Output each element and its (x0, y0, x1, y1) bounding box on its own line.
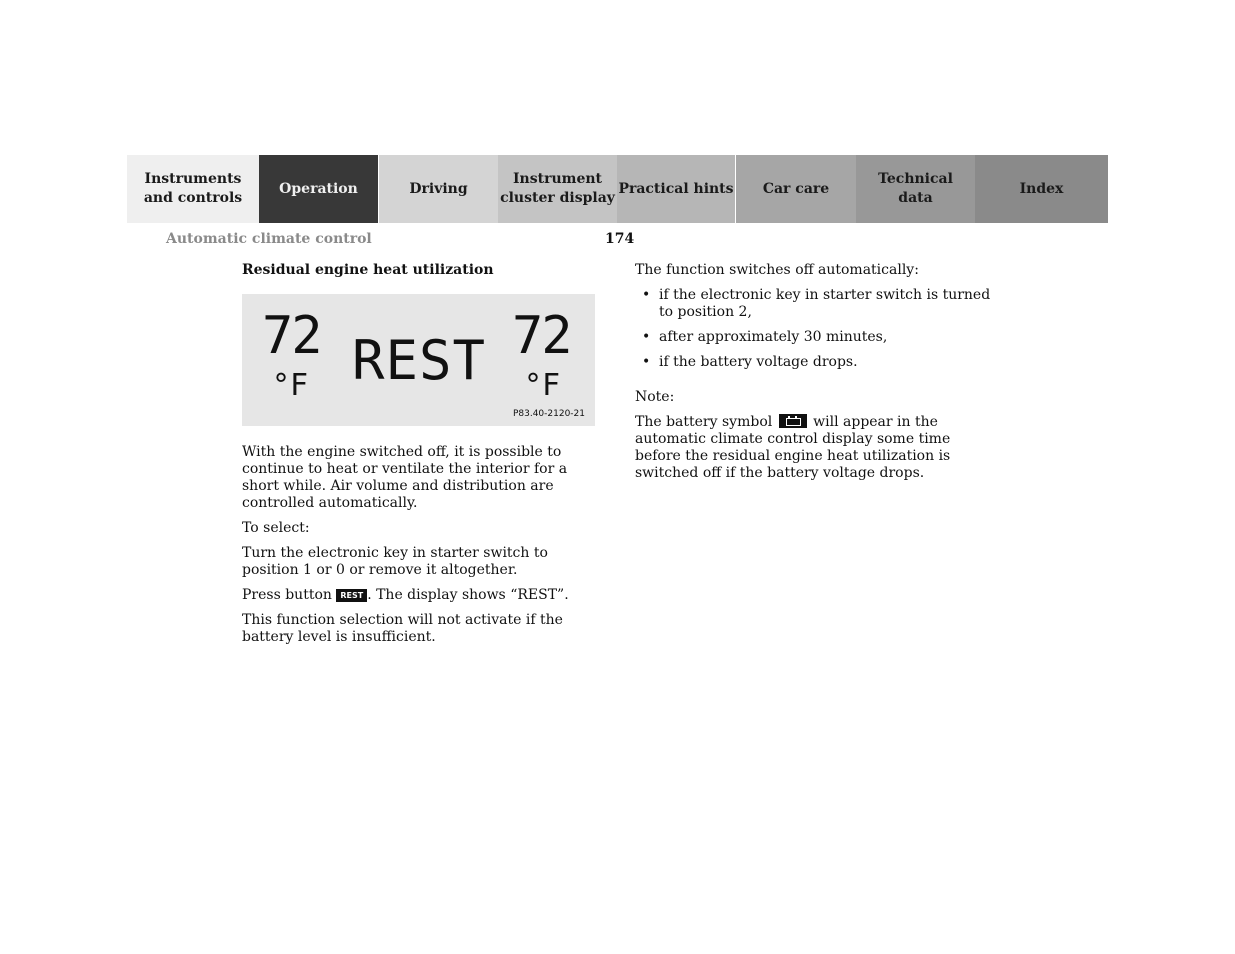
text: . The display shows “REST”. (367, 587, 569, 603)
battery-icon (778, 414, 807, 428)
tab-operation[interactable]: Operation (259, 155, 378, 223)
tab-label: Driving (409, 180, 468, 197)
left-unit: °F (272, 368, 309, 403)
tab-instrument-cluster-display[interactable]: Instrument cluster display (498, 155, 617, 223)
chapter-nav: Instruments and controls Operation Drivi… (127, 155, 1108, 223)
text: The battery symbol (635, 414, 777, 430)
note-label: Note: (635, 389, 675, 405)
climate-display-figure: 72 °F REST 72 °F P83.40-2120-21 (242, 294, 595, 426)
right-unit: °F (524, 368, 561, 403)
paragraph: To select: (242, 520, 310, 536)
paragraph: Turn the electronic key in starter switc… (242, 545, 548, 578)
rest-button-icon: REST (336, 589, 368, 602)
paragraph: With the engine switched off, it is poss… (242, 444, 568, 511)
tab-label: Operation (279, 180, 358, 197)
tab-car-care[interactable]: Car care (736, 155, 856, 223)
bullet-list: if the electronic key in starter switch … (635, 287, 995, 371)
right-temperature: 72 (512, 306, 573, 366)
paragraph: This function selection will not activat… (242, 612, 563, 645)
tab-index[interactable]: Index (975, 155, 1108, 223)
left-temperature: 72 (262, 306, 323, 366)
right-column: The function switches off automatically:… (635, 262, 995, 490)
tab-technical-data[interactable]: Technical data (856, 155, 975, 223)
tab-label: Practical hints (618, 180, 734, 197)
tab-instruments-and-controls[interactable]: Instruments and controls (127, 155, 259, 223)
tab-label: Instrument cluster display (500, 171, 615, 206)
paragraph: The function switches off automatically: (635, 262, 919, 278)
rest-display-text: REST (352, 329, 487, 392)
note-text: The battery symbol will appear in the au… (635, 414, 995, 482)
list-item: if the battery voltage drops. (635, 354, 995, 371)
tab-label: Technical data (878, 171, 953, 206)
list-item: after approximately 30 minutes, (635, 329, 995, 346)
tab-label: Index (1019, 180, 1064, 197)
list-item: if the electronic key in starter switch … (635, 287, 995, 321)
tab-driving[interactable]: Driving (378, 155, 498, 223)
left-column: Residual engine heat utilization 72 °F R… (242, 262, 602, 654)
tab-practical-hints[interactable]: Practical hints (617, 155, 736, 223)
tab-label: Instruments and controls (143, 171, 243, 206)
section-heading: Residual engine heat utilization (242, 262, 494, 278)
paragraph: Press button REST. The display shows “RE… (242, 587, 602, 604)
page-number: 174 (605, 231, 635, 247)
figure-code: P83.40-2120-21 (512, 409, 585, 419)
tab-label: Car care (762, 180, 830, 197)
text: Press button (242, 587, 337, 603)
section-title: Automatic climate control (166, 231, 372, 247)
